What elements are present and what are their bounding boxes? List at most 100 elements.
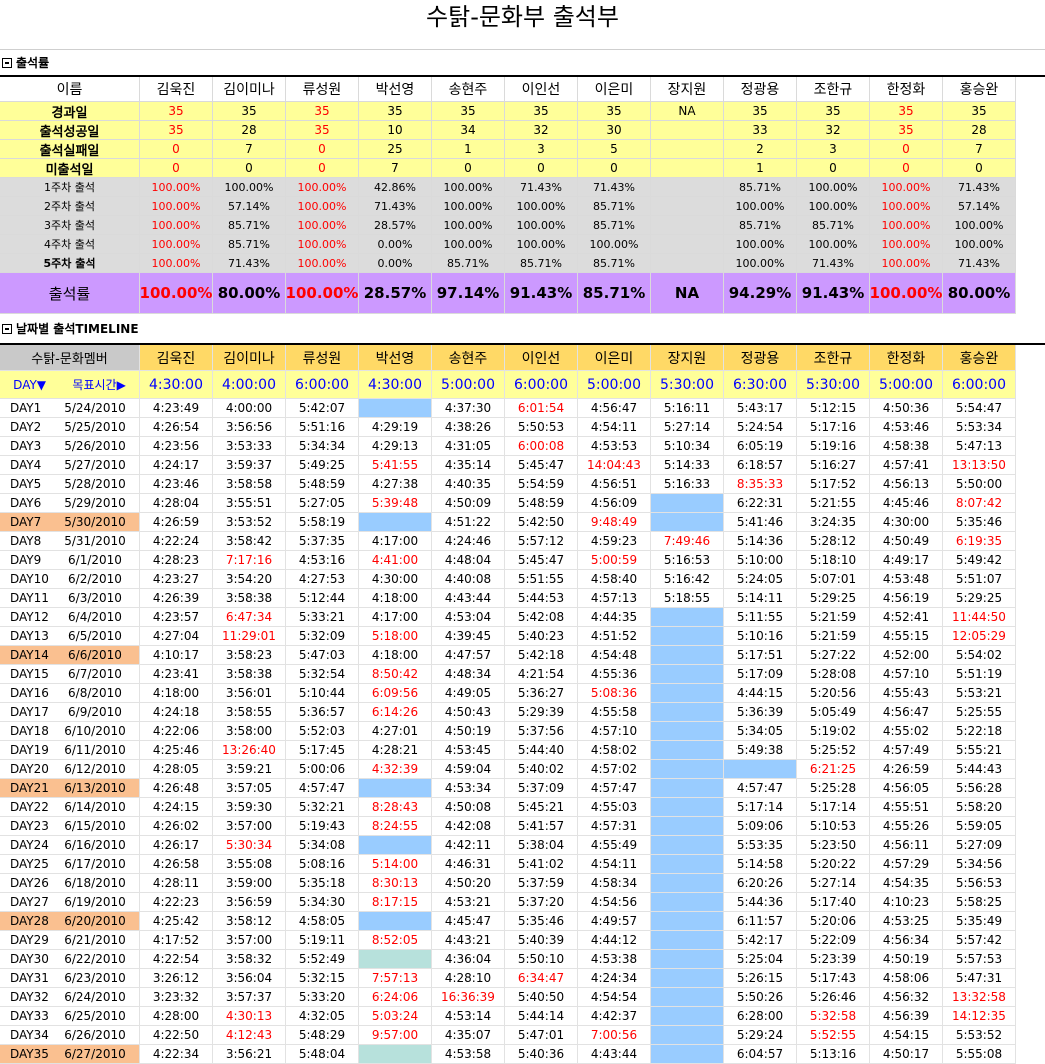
summary-cell[interactable]: 85.71% [724, 178, 797, 197]
time-cell[interactable]: 4:42:11 [432, 836, 505, 855]
time-cell[interactable]: 4:21:54 [505, 665, 578, 684]
summary-cell[interactable]: 1 [724, 159, 797, 178]
time-cell[interactable]: 5:47:13 [943, 437, 1016, 456]
summary-cell[interactable]: 100.00% [724, 235, 797, 254]
time-cell[interactable]: 4:57:47 [578, 779, 651, 798]
target-time-cell[interactable]: 5:00:00 [432, 371, 505, 399]
time-cell[interactable]: 3:58:23 [213, 646, 286, 665]
empty-cell[interactable] [651, 950, 724, 969]
summary-cell[interactable] [651, 140, 724, 159]
day-label-cell[interactable]: DAY5 5/28/2010 [0, 475, 140, 494]
time-cell[interactable]: 4:54:11 [578, 855, 651, 874]
time-cell[interactable]: 4:59:04 [432, 760, 505, 779]
summary-cell[interactable]: 85.71% [213, 235, 286, 254]
empty-cell[interactable] [651, 608, 724, 627]
time-cell[interactable]: 3:59:21 [213, 760, 286, 779]
empty-cell[interactable] [651, 627, 724, 646]
time-cell[interactable]: 5:17:14 [797, 798, 870, 817]
empty-cell[interactable] [651, 798, 724, 817]
time-cell[interactable]: 5:17:16 [797, 418, 870, 437]
time-cell[interactable]: 3:58:42 [213, 532, 286, 551]
time-cell[interactable]: 4:43:21 [432, 931, 505, 950]
summary-cell[interactable]: 71.43% [505, 178, 578, 197]
time-cell[interactable]: 5:17:43 [797, 969, 870, 988]
time-cell[interactable]: 4:23:56 [140, 437, 213, 456]
time-cell[interactable]: 3:58:38 [213, 665, 286, 684]
time-cell[interactable]: 7:00:56 [578, 1026, 651, 1045]
time-cell[interactable]: 5:37:20 [505, 893, 578, 912]
rate-cell[interactable]: 85.71% [578, 273, 651, 314]
time-cell[interactable]: 3:58:55 [213, 703, 286, 722]
time-cell[interactable]: 5:59:05 [943, 817, 1016, 836]
time-cell[interactable]: 4:38:26 [432, 418, 505, 437]
time-cell[interactable]: 4:58:06 [870, 969, 943, 988]
time-cell[interactable]: 5:45:21 [505, 798, 578, 817]
summary-cell[interactable] [651, 178, 724, 197]
rate-cell[interactable]: 91.43% [797, 273, 870, 314]
time-cell[interactable]: 5:10:16 [724, 627, 797, 646]
time-cell[interactable]: 4:54:15 [870, 1026, 943, 1045]
member-header[interactable]: 한정화 [870, 345, 943, 371]
time-cell[interactable]: 5:43:17 [724, 399, 797, 418]
time-cell[interactable]: 5:35:49 [943, 912, 1016, 931]
time-cell[interactable]: 5:16:27 [797, 456, 870, 475]
day-label-cell[interactable]: DAY32 6/24/2010 [0, 988, 140, 1007]
summary-cell[interactable]: 100.00% [797, 178, 870, 197]
time-cell[interactable]: 4:17:52 [140, 931, 213, 950]
time-cell[interactable]: 5:08:16 [286, 855, 359, 874]
member-header[interactable]: 이은미 [578, 77, 651, 102]
time-cell[interactable]: 5:34:05 [724, 722, 797, 741]
rate-cell[interactable]: NA [651, 273, 724, 314]
time-cell[interactable]: 6:19:35 [943, 532, 1016, 551]
time-cell[interactable]: 5:56:53 [943, 874, 1016, 893]
time-cell[interactable]: 4:55:58 [578, 703, 651, 722]
member-header[interactable]: 조한규 [797, 77, 870, 102]
time-cell[interactable]: 3:58:38 [213, 589, 286, 608]
time-cell[interactable]: 5:42:18 [505, 646, 578, 665]
time-cell[interactable]: 4:58:34 [578, 874, 651, 893]
summary-cell[interactable]: 35 [432, 102, 505, 121]
collapse-icon[interactable] [2, 324, 12, 334]
summary-cell[interactable]: 100.00% [870, 197, 943, 216]
time-cell[interactable]: 3:54:20 [213, 570, 286, 589]
time-cell[interactable]: 5:50:26 [724, 988, 797, 1007]
time-cell[interactable]: 5:17:51 [724, 646, 797, 665]
time-cell[interactable]: 5:36:39 [724, 703, 797, 722]
time-cell[interactable]: 5:10:00 [724, 551, 797, 570]
time-cell[interactable]: 5:51:55 [505, 570, 578, 589]
day-label-cell[interactable]: DAY11 6/3/2010 [0, 589, 140, 608]
time-cell[interactable]: 4:44:35 [578, 608, 651, 627]
summary-cell[interactable]: 33 [724, 121, 797, 140]
time-cell[interactable]: 5:29:39 [505, 703, 578, 722]
empty-cell[interactable] [724, 760, 797, 779]
empty-cell[interactable] [359, 399, 432, 418]
time-cell[interactable]: 5:09:06 [724, 817, 797, 836]
time-cell[interactable]: 5:14:58 [724, 855, 797, 874]
empty-cell[interactable] [651, 931, 724, 950]
time-cell[interactable]: 4:54:54 [578, 988, 651, 1007]
time-cell[interactable]: 4:53:04 [432, 608, 505, 627]
section-header-timeline[interactable]: 날짜별 출석TIMELINE [2, 319, 139, 339]
time-cell[interactable]: 5:22:09 [797, 931, 870, 950]
time-cell[interactable]: 4:54:56 [578, 893, 651, 912]
time-cell[interactable]: 5:36:27 [505, 684, 578, 703]
summary-cell[interactable]: 0 [578, 159, 651, 178]
time-cell[interactable]: 5:40:36 [505, 1045, 578, 1064]
empty-cell[interactable] [651, 760, 724, 779]
time-cell[interactable]: 5:29:25 [797, 589, 870, 608]
time-cell[interactable]: 5:16:33 [651, 475, 724, 494]
member-header[interactable]: 이인선 [505, 345, 578, 371]
time-cell[interactable]: 6:24:06 [359, 988, 432, 1007]
time-cell[interactable]: 5:37:35 [286, 532, 359, 551]
time-cell[interactable]: 4:23:57 [140, 608, 213, 627]
summary-cell[interactable]: 28.57% [359, 216, 432, 235]
time-cell[interactable]: 4:44:12 [578, 931, 651, 950]
time-cell[interactable]: 6:47:34 [213, 608, 286, 627]
summary-cell[interactable]: 35 [870, 121, 943, 140]
member-header[interactable]: 조한규 [797, 345, 870, 371]
time-cell[interactable]: 5:25:52 [797, 741, 870, 760]
time-cell[interactable]: 5:48:29 [286, 1026, 359, 1045]
day-label-cell[interactable]: DAY19 6/11/2010 [0, 741, 140, 760]
time-cell[interactable]: 16:36:39 [432, 988, 505, 1007]
time-cell[interactable]: 3:58:32 [213, 950, 286, 969]
